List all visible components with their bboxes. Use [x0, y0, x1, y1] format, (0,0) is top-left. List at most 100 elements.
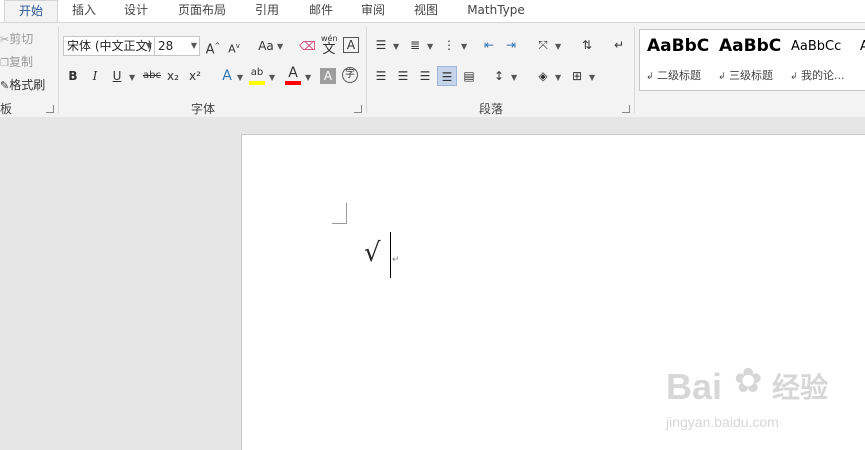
show-formatting-marks-icon[interactable]: ↵ [611, 37, 627, 53]
paragraph-group: ☰ ▼ ≣ ▼ ⋮ ▼ ⇤ ⇥ ⤧ ▼ ⇅ ↵ ☰ ☰ ☰ ☰ ▤ ↕ ▼ ◈ … [367, 23, 633, 117]
chevron-down-icon: ▼ [145, 41, 152, 50]
clipboard-group-label: 板 [0, 102, 13, 116]
tab-insert[interactable]: 插入 [62, 0, 106, 22]
bold-button[interactable]: B [65, 68, 81, 84]
character-shading-icon[interactable]: A [320, 68, 336, 84]
chevron-down-icon[interactable]: ▼ [511, 73, 517, 82]
baidu-jingyan-watermark: Bai ✿ 经验 jingyan.baidu.com [666, 361, 856, 437]
format-painter-label: 格式刷 [9, 78, 46, 92]
chevron-down-icon[interactable]: ▼ [305, 73, 311, 82]
chevron-down-icon[interactable]: ▼ [237, 73, 243, 82]
phonetic-guide-icon[interactable]: wén 文 [321, 35, 338, 57]
chevron-down-icon[interactable]: ▼ [393, 42, 399, 51]
subscript-button[interactable]: x₂ [165, 68, 181, 84]
chevron-down-icon[interactable]: ▼ [555, 42, 561, 51]
style-item[interactable]: A [856, 30, 865, 90]
italic-button[interactable]: I [87, 68, 103, 84]
ribbon: ✂剪切 ❐复制 ✎格式刷 板 宋体 (中文正文) ▼ 28 ▼ A^ Av Aa… [0, 22, 865, 118]
style-sample: AaBbC [719, 36, 782, 56]
increase-indent-icon[interactable]: ⇥ [503, 37, 519, 53]
font-size-value: 28 [158, 39, 174, 53]
chevron-down-icon[interactable]: ▼ [427, 42, 433, 51]
style-sample: A [860, 39, 865, 54]
shading-icon[interactable]: ◈ [535, 68, 551, 84]
watermark-brand-cn: 经验 [772, 371, 829, 404]
superscript-button[interactable]: x² [187, 68, 203, 84]
style-name: ↲ 我的论... [790, 69, 845, 82]
highlight-color-icon[interactable]: ab [249, 65, 265, 81]
borders-icon[interactable]: ⊞ [569, 68, 585, 84]
paw-logo-icon: ✿ [734, 361, 763, 401]
copy-button[interactable]: ❐复制 [0, 53, 33, 70]
cut-button[interactable]: ✂剪切 [0, 30, 33, 47]
copy-label: 复制 [8, 55, 33, 69]
decrease-indent-icon[interactable]: ⇤ [481, 37, 497, 53]
grow-font-icon[interactable]: A^ [205, 38, 221, 57]
align-right-icon[interactable]: ☰ [417, 68, 433, 84]
multilevel-list-icon[interactable]: ⋮ [441, 37, 457, 53]
clipboard-group: ✂剪切 ❐复制 ✎格式刷 板 [0, 23, 58, 117]
margin-corner-mark [332, 203, 347, 224]
styles-gallery: AaBbC ↲ 二级标题 AaBbC ↲ 三级标题 AaBbCc ↲ 我的论..… [639, 29, 865, 91]
chinese-layout-icon[interactable]: ⤧ [535, 37, 551, 53]
paragraph-dialog-launcher[interactable] [622, 105, 630, 113]
tab-mailings[interactable]: 邮件 [300, 0, 342, 22]
document-text[interactable]: √ [364, 237, 381, 269]
font-group-label: 字体 [191, 102, 216, 116]
clipboard-dialog-launcher[interactable] [46, 105, 54, 113]
align-left-icon[interactable]: ☰ [373, 68, 389, 84]
chevron-down-icon[interactable]: ▼ [269, 73, 275, 82]
style-name: ↲ 三级标题 [718, 69, 774, 82]
shrink-font-icon[interactable]: Av [226, 38, 242, 56]
align-center-icon[interactable]: ☰ [395, 68, 411, 84]
tab-references[interactable]: 引用 [246, 0, 288, 22]
paragraph-mark: ↵ [392, 255, 400, 265]
font-name-combo[interactable]: 宋体 (中文正文) ▼ [63, 36, 155, 56]
tab-page-layout[interactable]: 页面布局 [170, 0, 234, 22]
scissors-icon: ✂ [0, 33, 10, 46]
distributed-icon[interactable]: ▤ [461, 68, 477, 84]
watermark-brand: Bai [666, 366, 723, 407]
change-case-icon[interactable]: Aa [255, 38, 277, 54]
character-border-icon[interactable]: A [343, 37, 359, 53]
font-color-icon[interactable]: A [285, 65, 301, 81]
numbering-icon[interactable]: ≣ [407, 37, 423, 53]
font-size-combo[interactable]: 28 ▼ [154, 36, 200, 56]
style-item[interactable]: AaBbCc ↲ 我的论... [784, 30, 856, 90]
tab-view[interactable]: 视图 [405, 0, 447, 22]
clear-formatting-icon[interactable]: ⌫ [299, 38, 316, 54]
chevron-down-icon[interactable]: ▼ [129, 73, 135, 82]
paragraph-group-label: 段落 [479, 102, 504, 116]
paintbrush-icon: ✎ [0, 79, 10, 92]
chevron-down-icon[interactable]: ▼ [589, 73, 595, 82]
sort-icon[interactable]: ⇅ [579, 37, 595, 53]
style-item[interactable]: AaBbC ↲ 二级标题 [640, 30, 712, 90]
strikethrough-button[interactable]: abc [141, 68, 163, 84]
tab-design[interactable]: 设计 [114, 0, 158, 22]
chevron-down-icon[interactable]: ▼ [461, 42, 467, 51]
chevron-down-icon[interactable]: ▼ [555, 73, 561, 82]
cut-label: 剪切 [9, 32, 34, 46]
enclose-characters-icon[interactable]: 字 [342, 67, 358, 83]
format-painter-button[interactable]: ✎格式刷 [0, 76, 45, 93]
line-spacing-icon[interactable]: ↕ [491, 68, 507, 84]
text-effects-icon[interactable]: A [219, 68, 235, 84]
tab-review[interactable]: 审阅 [352, 0, 394, 22]
text-cursor [390, 232, 391, 278]
tab-home[interactable]: 开始 [4, 0, 58, 23]
font-color-bar [285, 81, 301, 85]
style-item[interactable]: AaBbC ↲ 三级标题 [712, 30, 784, 90]
style-sample: AaBbCc [791, 39, 842, 54]
tab-mathtype[interactable]: MathType [460, 0, 532, 22]
style-name: ↲ 二级标题 [646, 69, 702, 82]
document-page[interactable]: √ ↵ Bai ✿ 经验 jingyan.baidu.com [241, 134, 865, 450]
group-divider [634, 27, 635, 113]
justify-icon[interactable]: ☰ [437, 66, 457, 86]
watermark-url: jingyan.baidu.com [666, 414, 779, 430]
font-dialog-launcher[interactable] [354, 105, 362, 113]
bullets-icon[interactable]: ☰ [373, 37, 389, 53]
highlight-color-bar [249, 81, 265, 85]
chevron-down-icon[interactable]: ▼ [277, 42, 283, 51]
font-name-value: 宋体 (中文正文) [67, 39, 153, 53]
underline-button[interactable]: U [109, 68, 125, 84]
